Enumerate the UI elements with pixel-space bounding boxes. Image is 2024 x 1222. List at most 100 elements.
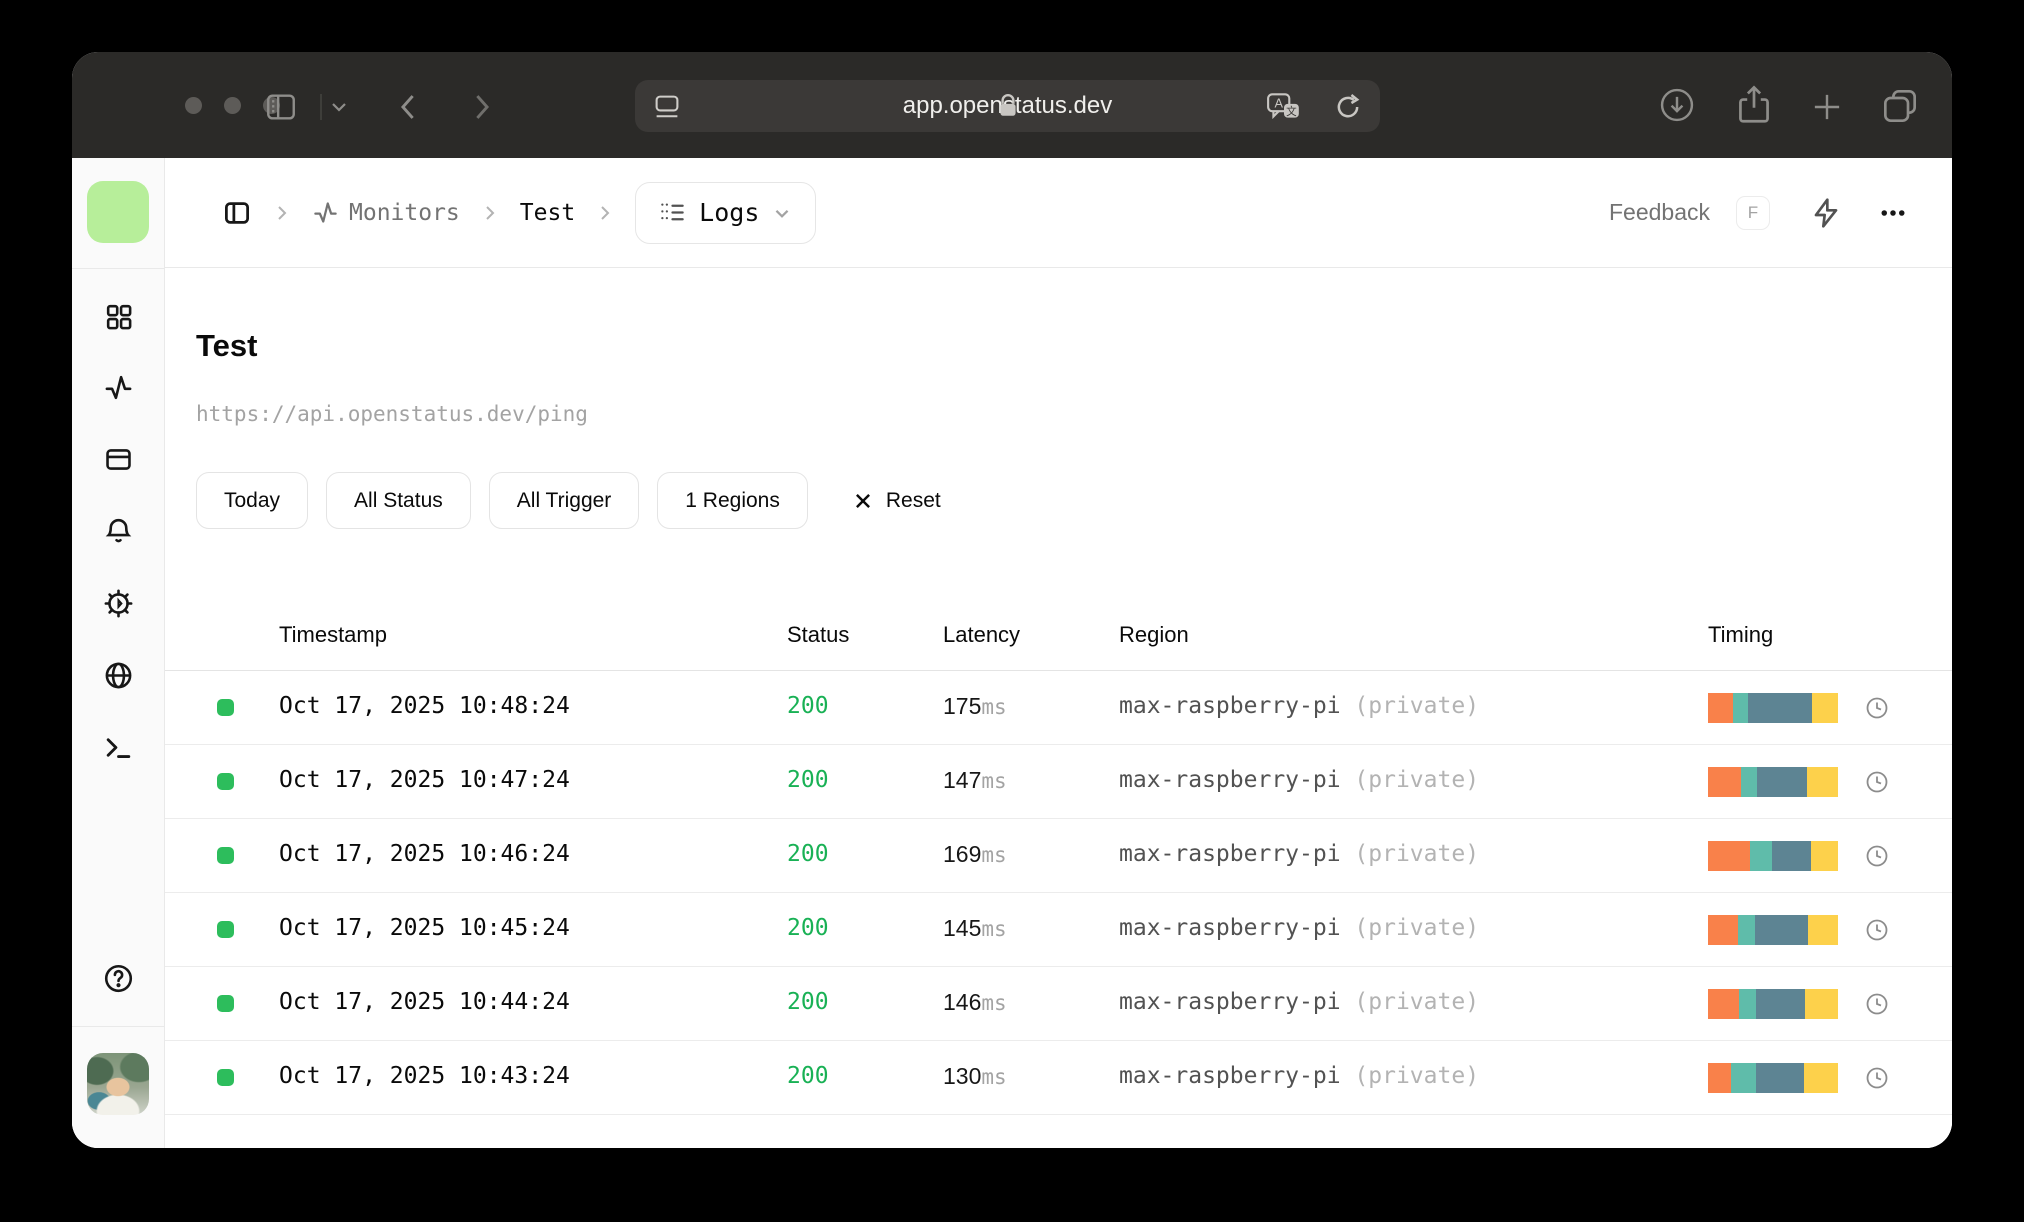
timing-segment [1732, 693, 1749, 723]
zap-icon[interactable] [1810, 197, 1842, 229]
header-actions: Feedback F [1609, 195, 1908, 230]
timing-bar [1708, 841, 1838, 871]
column-header-timing[interactable]: Timing [1708, 622, 1773, 648]
svg-text:A: A [1274, 97, 1283, 111]
breadcrumb-monitor-name[interactable]: Test [520, 200, 575, 226]
help-icon[interactable] [103, 963, 134, 994]
filter-status-button[interactable]: All Status [326, 472, 471, 529]
page-title: Test [196, 328, 258, 363]
app-header: Monitors Test Logs Feedback F [165, 158, 1952, 268]
clock-icon[interactable] [1865, 696, 1889, 720]
timing-segment [1810, 841, 1838, 871]
timing-segment [1749, 841, 1772, 871]
app-root: Monitors Test Logs Feedback F Test https… [72, 158, 1952, 1148]
sidebar-menu-chevron-icon[interactable] [329, 100, 349, 114]
log-region: max-raspberry-pi (private) [1119, 693, 1480, 719]
clock-icon[interactable] [1865, 770, 1889, 794]
timing-bar [1708, 989, 1838, 1019]
column-header-status[interactable]: Status [787, 622, 849, 648]
log-timestamp: Oct 17, 2025 10:47:24 [279, 767, 570, 793]
sidebar-item-cli-icon[interactable] [103, 732, 134, 763]
sidebar-item-regions-icon[interactable] [103, 660, 134, 691]
view-selector-button[interactable]: Logs [635, 181, 817, 244]
user-avatar[interactable] [87, 1053, 149, 1115]
log-region: max-raspberry-pi (private) [1119, 989, 1480, 1015]
more-options-icon[interactable] [1878, 198, 1908, 228]
sidebar-item-notifications-icon[interactable] [103, 515, 134, 546]
reload-icon[interactable] [1332, 91, 1364, 123]
sidebar-item-status-pages-icon[interactable] [103, 444, 134, 475]
browser-sidebar-toggle-icon[interactable] [264, 90, 298, 124]
log-row[interactable]: Oct 17, 2025 10:44:24 200 146ms max-rasp… [165, 967, 1952, 1041]
log-status: 200 [787, 693, 829, 719]
breadcrumb-monitors[interactable]: Monitors [312, 199, 460, 226]
timing-segment [1756, 989, 1806, 1019]
timing-segment [1748, 693, 1812, 723]
timing-segment [1811, 693, 1838, 723]
clock-icon[interactable] [1865, 992, 1889, 1016]
monitor-endpoint-url: https://api.openstatus.dev/ping [196, 402, 588, 426]
timing-segment [1805, 989, 1838, 1019]
status-indicator [217, 1069, 234, 1086]
log-row[interactable]: Oct 17, 2025 10:47:24 200 147ms max-rasp… [165, 745, 1952, 819]
chevron-down-icon [776, 209, 789, 218]
filter-regions-button[interactable]: 1 Regions [657, 472, 808, 529]
log-timestamp: Oct 17, 2025 10:44:24 [279, 989, 570, 1015]
feedback-link[interactable]: Feedback [1609, 199, 1710, 226]
browser-toolbar: app.openstatus.dev A 文 [72, 52, 1952, 158]
chevron-right-icon [278, 205, 287, 220]
feedback-shortcut-badge: F [1736, 195, 1770, 230]
minimize-window-button[interactable] [224, 97, 241, 114]
clock-icon[interactable] [1865, 918, 1889, 942]
clock-icon[interactable] [1865, 1066, 1889, 1090]
forward-button[interactable] [466, 90, 496, 124]
column-header-latency[interactable]: Latency [943, 622, 1020, 648]
filter-date-button[interactable]: Today [196, 472, 309, 529]
log-row[interactable]: Oct 17, 2025 10:46:24 200 169ms max-rasp… [165, 819, 1952, 893]
back-button[interactable] [394, 90, 424, 124]
column-header-timestamp[interactable]: Timestamp [279, 622, 387, 648]
log-row[interactable]: Oct 17, 2025 10:48:24 200 175ms max-rasp… [165, 671, 1952, 745]
activity-icon [314, 202, 337, 223]
lock-icon [999, 94, 1016, 116]
log-status: 200 [787, 767, 829, 793]
timing-bar [1708, 1063, 1838, 1093]
app-sidebar-toggle-icon[interactable] [222, 198, 252, 228]
downloads-icon[interactable] [1658, 86, 1696, 124]
filter-trigger-button[interactable]: All Trigger [488, 472, 640, 529]
new-tab-icon[interactable] [1810, 90, 1844, 124]
logs-table: Timestamp Status Latency Region Timing O… [165, 604, 1952, 1115]
clock-icon[interactable] [1865, 844, 1889, 868]
timing-segment [1756, 1063, 1805, 1093]
column-header-region[interactable]: Region [1119, 622, 1189, 648]
filter-bar: Today All Status All Trigger 1 Regions R… [196, 472, 941, 529]
timing-segment [1771, 841, 1811, 871]
log-status: 200 [787, 1063, 829, 1089]
timing-segment [1740, 767, 1758, 797]
status-indicator [217, 773, 234, 790]
timing-bar [1708, 693, 1838, 723]
share-icon[interactable] [1735, 83, 1773, 127]
sidebar-item-dashboard-icon[interactable] [103, 301, 134, 332]
app-sidebar [72, 158, 165, 1148]
log-row[interactable]: Oct 17, 2025 10:45:24 200 145ms max-rasp… [165, 893, 1952, 967]
address-bar[interactable]: app.openstatus.dev A 文 [635, 80, 1380, 132]
reset-filters-button[interactable]: Reset [852, 489, 941, 513]
timing-bar [1708, 915, 1838, 945]
tab-overview-icon[interactable] [1880, 86, 1920, 126]
translate-icon[interactable]: A 文 [1266, 92, 1302, 122]
sidebar-item-settings-icon[interactable] [103, 588, 134, 619]
breadcrumb: Monitors Test Logs [222, 181, 1609, 244]
log-status: 200 [787, 915, 829, 941]
sidebar-divider [72, 268, 164, 269]
timing-bar [1708, 767, 1838, 797]
timing-segment [1708, 841, 1750, 871]
log-region: max-raspberry-pi (private) [1119, 841, 1480, 867]
log-timestamp: Oct 17, 2025 10:48:24 [279, 693, 570, 719]
close-window-button[interactable] [185, 97, 202, 114]
status-indicator [217, 921, 234, 938]
table-header: Timestamp Status Latency Region Timing [165, 604, 1952, 671]
log-row[interactable]: Oct 17, 2025 10:43:24 200 130ms max-rasp… [165, 1041, 1952, 1115]
workspace-avatar[interactable] [87, 181, 149, 243]
sidebar-item-monitors-icon[interactable] [103, 372, 134, 403]
